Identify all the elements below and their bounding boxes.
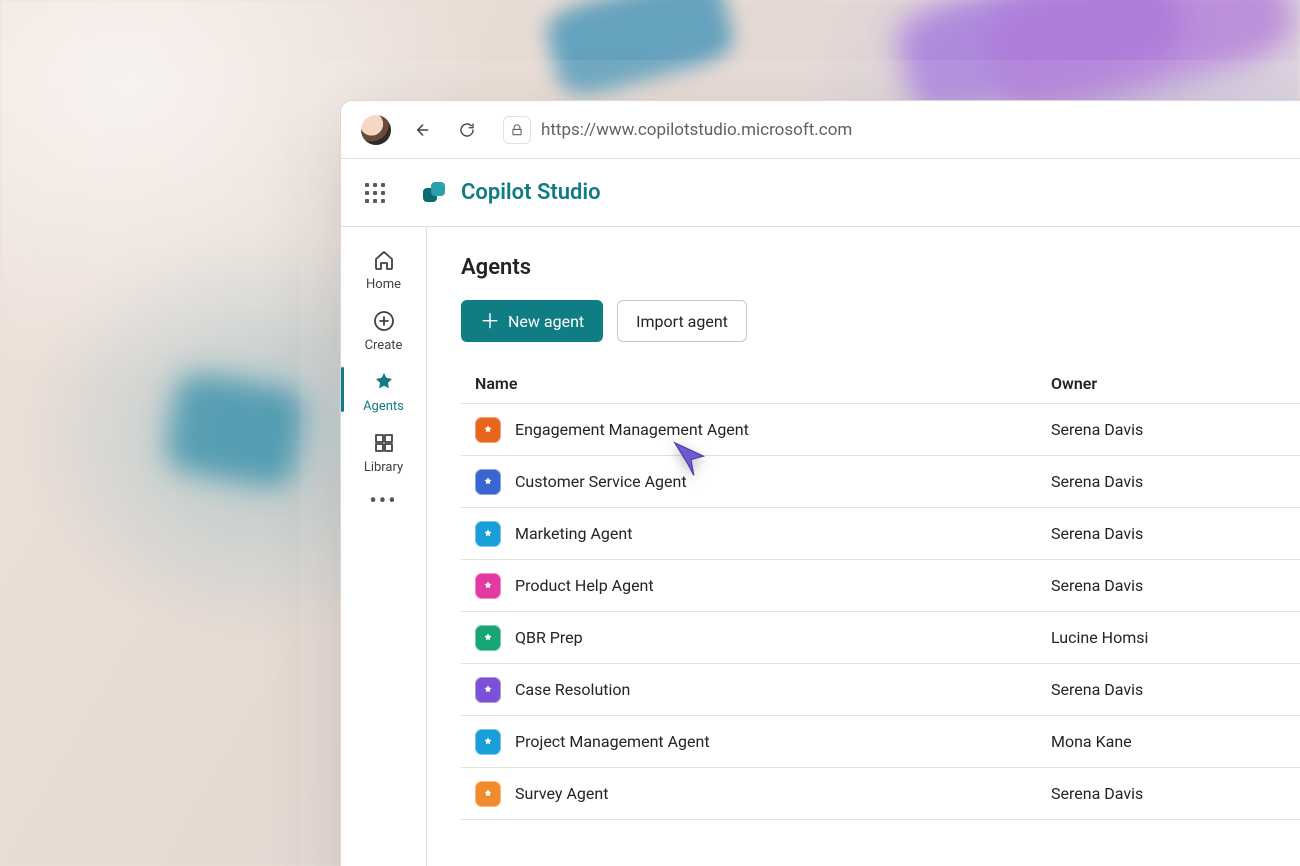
import-agent-label: Import agent [636, 312, 728, 331]
table-row[interactable]: Case Resolution Serena Davis [461, 664, 1300, 716]
profile-avatar[interactable] [361, 115, 391, 145]
main-content: Agents ＋ New agent Import agent Name Own… [427, 227, 1300, 866]
sidebar-item-home[interactable]: Home [341, 237, 426, 298]
table-row[interactable]: QBR Prep Lucine Homsi [461, 612, 1300, 664]
back-button[interactable] [405, 114, 437, 146]
new-agent-label: New agent [508, 312, 584, 331]
app-title: Copilot Studio [461, 180, 601, 205]
agent-icon [475, 521, 501, 547]
agent-name: Project Management Agent [515, 732, 710, 751]
agent-owner: Lucine Homsi [1051, 628, 1300, 647]
brand: Copilot Studio [419, 178, 601, 208]
app-window: https://www.copilotstudio.microsoft.com … [340, 100, 1300, 866]
table-row[interactable]: Engagement Management Agent Serena Davis [461, 404, 1300, 456]
sidebar-item-label: Agents [363, 399, 404, 414]
url-text: https://www.copilotstudio.microsoft.com [541, 120, 852, 140]
copilot-studio-logo-icon [419, 178, 449, 208]
home-icon [371, 247, 397, 273]
agents-table: Engagement Management AgentSerena DavisC… [461, 403, 1300, 820]
agent-owner: Serena Davis [1051, 576, 1300, 595]
agent-owner: Serena Davis [1051, 524, 1300, 543]
sidebar-more-button[interactable]: ••• [369, 489, 397, 514]
sidebar-item-label: Create [365, 338, 403, 353]
agents-icon [371, 369, 397, 395]
sidebar-item-create[interactable]: Create [341, 298, 426, 359]
table-header: Name Owner [461, 364, 1300, 403]
agent-icon [475, 677, 501, 703]
agent-owner: Serena Davis [1051, 420, 1300, 439]
app-header: Copilot Studio [341, 159, 1300, 227]
arrow-left-icon [411, 120, 431, 140]
sidebar-item-agents[interactable]: Agents [341, 359, 426, 420]
sidebar: Home Create Agents Library ••• [341, 227, 427, 866]
table-row[interactable]: Survey Agent Serena Davis [461, 768, 1300, 820]
agent-name: Survey Agent [515, 784, 608, 803]
agent-name: Engagement Management Agent [515, 420, 749, 439]
agent-name: Product Help Agent [515, 576, 654, 595]
agent-icon [475, 729, 501, 755]
agent-icon [475, 781, 501, 807]
agent-name: Customer Service Agent [515, 472, 687, 491]
table-row[interactable]: Customer Service Agent Serena Davis [461, 456, 1300, 508]
table-row[interactable]: Project Management Agent Mona Kane [461, 716, 1300, 768]
col-header-owner: Owner [1051, 374, 1300, 393]
sidebar-item-label: Library [364, 460, 403, 475]
library-icon [371, 430, 397, 456]
agent-owner: Serena Davis [1051, 680, 1300, 699]
table-row[interactable]: Product Help Agent Serena Davis [461, 560, 1300, 612]
agent-name: Marketing Agent [515, 524, 632, 543]
agent-owner: Serena Davis [1051, 472, 1300, 491]
app-launcher-button[interactable] [361, 179, 389, 207]
agent-icon [475, 469, 501, 495]
plus-circle-icon [371, 308, 397, 334]
action-bar: ＋ New agent Import agent [461, 300, 1300, 342]
col-header-name: Name [475, 374, 1051, 393]
agent-name: QBR Prep [515, 628, 583, 647]
agent-owner: Serena Davis [1051, 784, 1300, 803]
import-agent-button[interactable]: Import agent [617, 300, 747, 342]
plus-icon: ＋ [480, 311, 500, 331]
sidebar-item-library[interactable]: Library [341, 420, 426, 481]
refresh-button[interactable] [451, 114, 483, 146]
browser-bar: https://www.copilotstudio.microsoft.com [341, 101, 1300, 159]
lock-icon [503, 116, 531, 144]
new-agent-button[interactable]: ＋ New agent [461, 300, 603, 342]
agent-icon [475, 625, 501, 651]
sidebar-item-label: Home [366, 277, 401, 292]
page-title: Agents [461, 255, 1300, 280]
agent-icon [475, 573, 501, 599]
agent-owner: Mona Kane [1051, 732, 1300, 751]
table-row[interactable]: Marketing Agent Serena Davis [461, 508, 1300, 560]
address-bar[interactable]: https://www.copilotstudio.microsoft.com [497, 112, 1300, 148]
refresh-icon [458, 121, 476, 139]
agent-icon [475, 417, 501, 443]
agent-name: Case Resolution [515, 680, 630, 699]
